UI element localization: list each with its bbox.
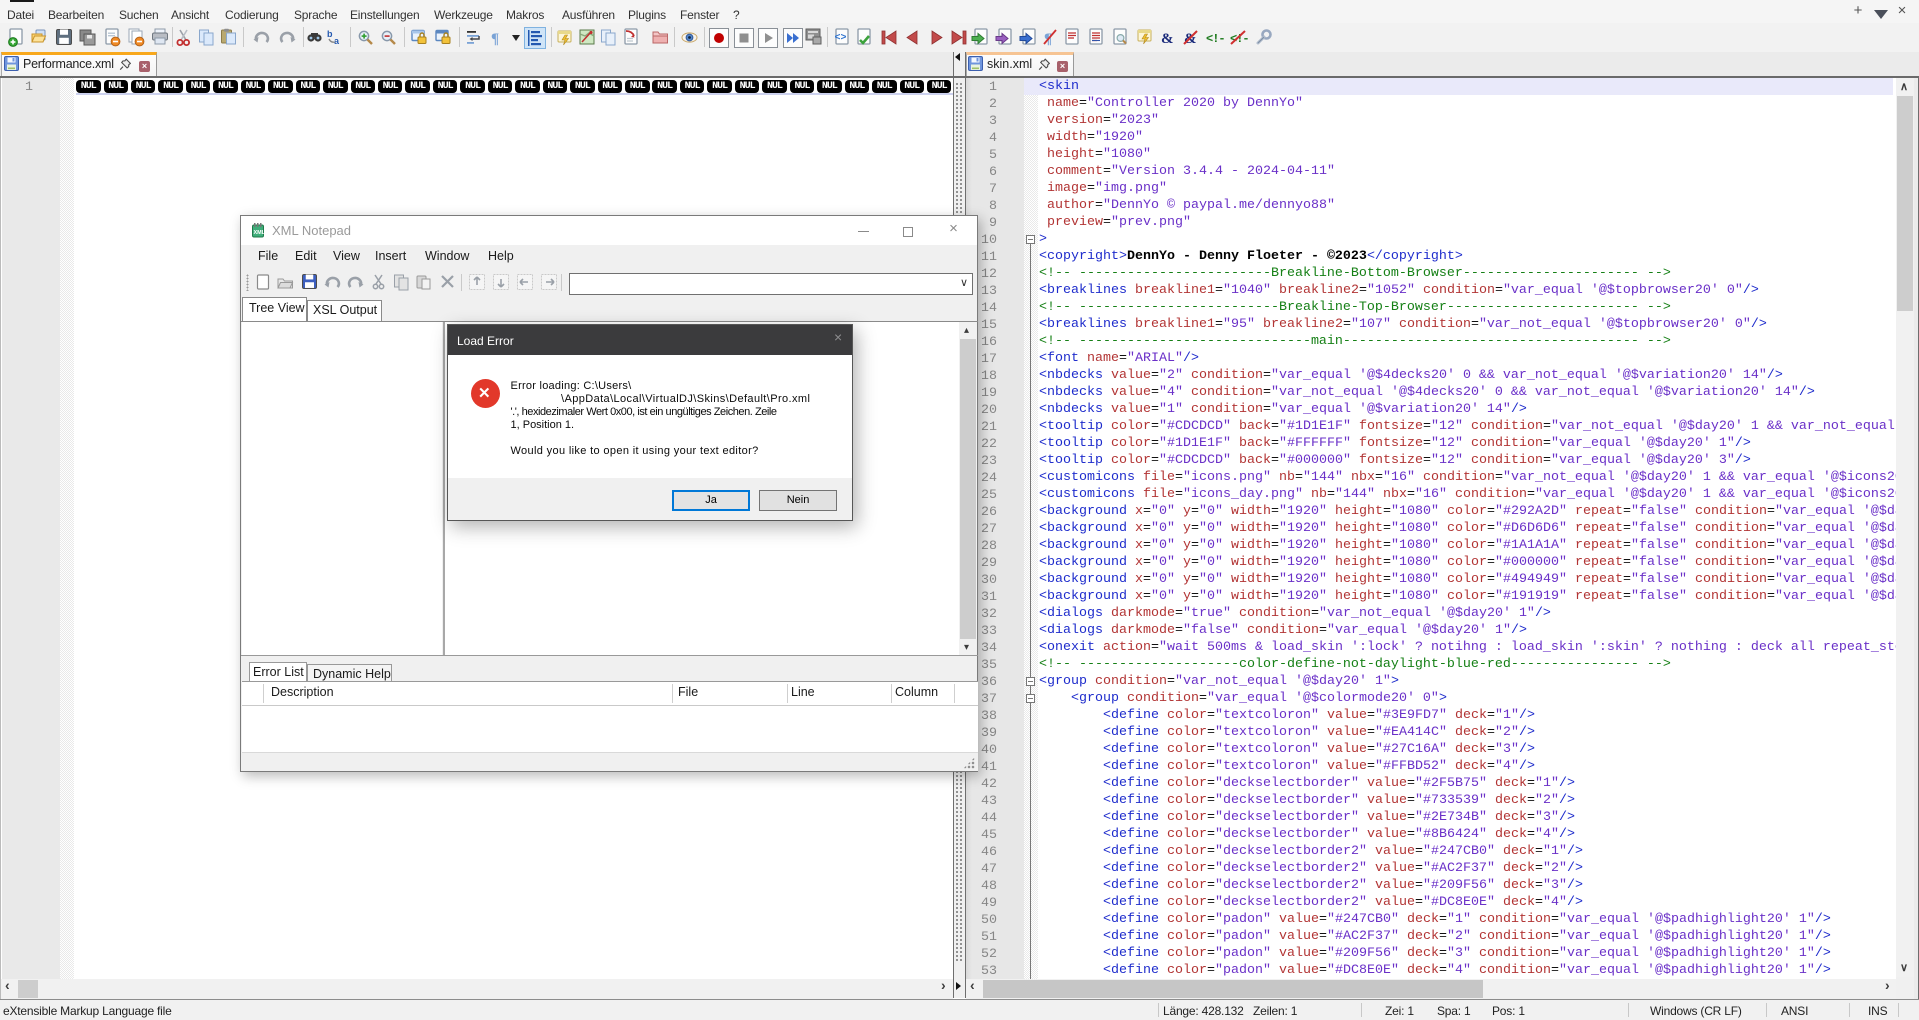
svg-text:XML: XML (254, 230, 265, 236)
svg-text:¶: ¶ (491, 31, 499, 46)
svg-text:<>: <> (835, 33, 847, 44)
svg-text:a: a (334, 36, 340, 46)
svg-text:b: b (327, 29, 333, 39)
svg-text:&: & (1161, 31, 1174, 46)
svg-text:<!--: <!-- (1206, 32, 1225, 46)
svg-text:<!--: <!-- (1230, 32, 1249, 46)
